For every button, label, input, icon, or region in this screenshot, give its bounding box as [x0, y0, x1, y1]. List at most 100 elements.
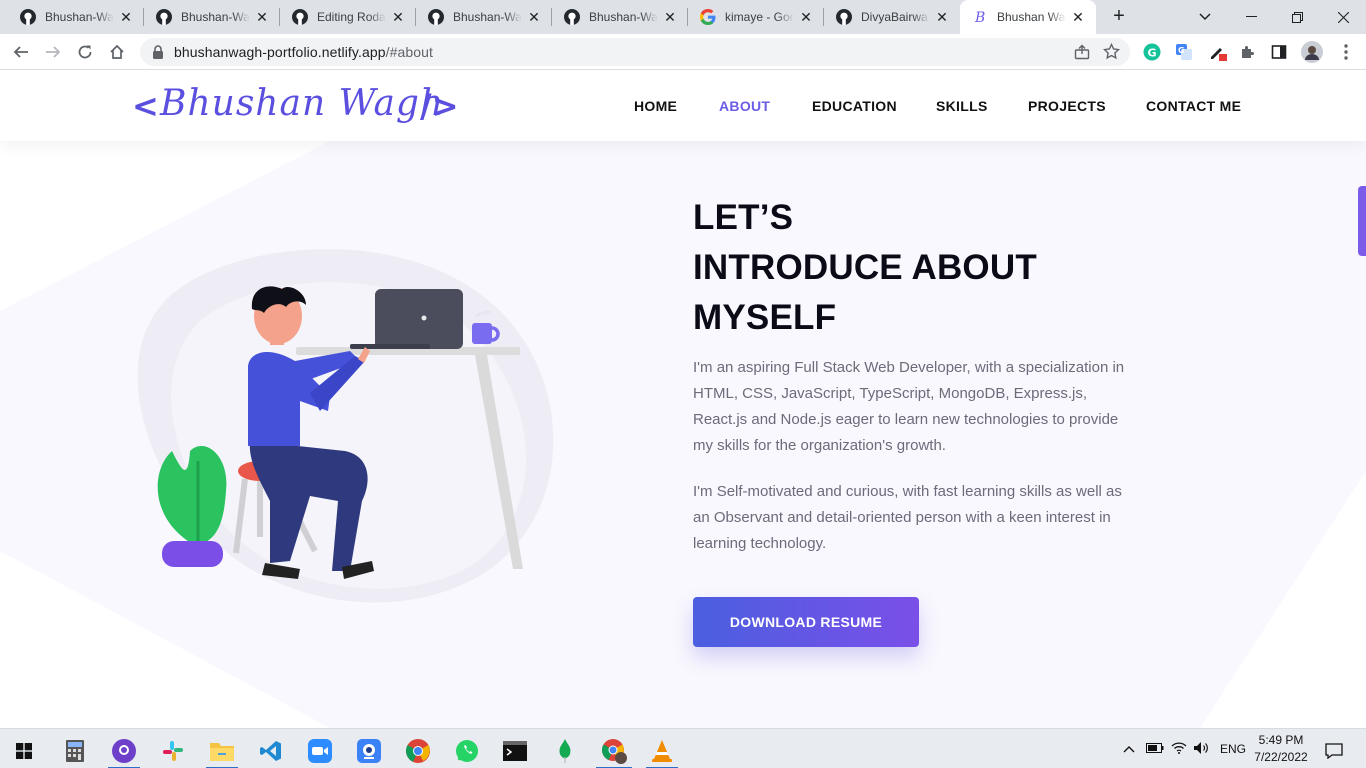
close-icon[interactable]: ✕ — [662, 9, 678, 25]
logo-close-bracket: /> — [420, 87, 459, 125]
grammarly-extension-icon[interactable]: G — [1140, 40, 1164, 64]
nav-contact-me[interactable]: CONTACT ME — [1146, 98, 1241, 114]
tab-title: Bhushan-Wagh/ — [589, 10, 658, 24]
file-explorer-icon[interactable] — [202, 733, 242, 768]
nav-education[interactable]: EDUCATION — [812, 98, 897, 114]
nav-about[interactable]: ABOUT — [719, 98, 770, 114]
vlc-icon[interactable] — [642, 733, 682, 768]
wifi-icon[interactable] — [1168, 741, 1190, 757]
web-page: < Bhushan Wagh /> HOME ABOUT EDUCATION S… — [0, 71, 1366, 728]
nav-home[interactable]: HOME — [634, 98, 677, 114]
tab-title: Bhushan-Wagh/ — [181, 10, 250, 24]
slack-icon[interactable] — [153, 733, 193, 768]
tab-title: kimaye - Goo — [725, 10, 794, 24]
about-heading: LET’S INTRODUCE ABOUT MYSELF — [693, 193, 1037, 343]
windows-taskbar: ENG 5:49 PM 7/22/2022 — [0, 728, 1366, 768]
nav-projects[interactable]: PROJECTS — [1028, 98, 1106, 114]
back-arrow-icon[interactable] — [9, 40, 33, 64]
new-tab-button[interactable]: + — [1108, 6, 1130, 28]
browser-toolbar: bhushanwagh-portfolio.netlify.app/#about… — [0, 34, 1366, 70]
pen-extension-icon[interactable] — [1206, 40, 1230, 64]
browser-tab[interactable]: Bhushan-Wagh/ ✕ — [8, 0, 144, 34]
google-icon — [700, 9, 716, 25]
url-path: /#about — [385, 44, 434, 60]
site-navbar: < Bhushan Wagh /> HOME ABOUT EDUCATION S… — [0, 71, 1366, 141]
language-indicator[interactable]: ENG — [1220, 742, 1246, 756]
vscode-icon[interactable] — [251, 733, 291, 768]
github-desktop-icon[interactable] — [104, 733, 144, 768]
browser-tab-active[interactable]: B Bhushan Wagh ✕ — [960, 0, 1096, 34]
windows-start-icon[interactable] — [4, 733, 44, 768]
bookmark-star-icon[interactable] — [1102, 42, 1121, 65]
portfolio-b-icon: B — [972, 9, 988, 25]
about-paragraph-2: I'm Self-motivated and curious, with fas… — [693, 483, 1122, 552]
browser-tab[interactable]: kimaye - Goo ✕ — [688, 0, 824, 34]
translate-extension-icon[interactable]: G — [1172, 40, 1196, 64]
close-icon[interactable]: ✕ — [390, 9, 406, 25]
site-logo[interactable]: < Bhushan Wagh /> — [132, 81, 462, 137]
close-window-button[interactable] — [1320, 0, 1366, 34]
close-icon[interactable]: ✕ — [254, 9, 270, 25]
share-icon[interactable] — [1074, 44, 1090, 65]
svg-text:B: B — [974, 10, 985, 25]
mongodb-compass-icon[interactable] — [545, 733, 585, 768]
chevron-up-icon[interactable] — [1120, 742, 1138, 756]
url-host: bhushanwagh-portfolio.netlify.app — [174, 44, 386, 60]
zoom-icon[interactable] — [300, 733, 340, 768]
reload-icon[interactable] — [73, 40, 97, 64]
tab-title: Editing Rodan — [317, 10, 386, 24]
terminal-icon[interactable] — [495, 733, 535, 768]
clock-time: 5:49 PM — [1258, 733, 1304, 747]
download-resume-button[interactable]: DOWNLOAD RESUME — [693, 597, 919, 647]
tab-title: Bhushan-Wagh/ — [453, 10, 522, 24]
close-icon[interactable]: ✕ — [934, 9, 950, 25]
url-text: bhushanwagh-portfolio.netlify.app/#about — [174, 44, 433, 60]
close-icon[interactable]: ✕ — [1070, 9, 1086, 25]
tab-title: Bhushan-Wagh/ — [45, 10, 114, 24]
webcam-icon[interactable] — [349, 733, 389, 768]
browser-tab[interactable]: Bhushan-Wagh/ ✕ — [416, 0, 552, 34]
about-paragraph-1: I'm an aspiring Full Stack Web Developer… — [693, 359, 1125, 454]
github-icon — [428, 9, 444, 25]
about-heading-line: INTRODUCE ABOUT — [693, 248, 1037, 287]
tab-search-chevron-icon[interactable] — [1182, 0, 1228, 34]
system-tray: ENG — [1120, 729, 1246, 768]
browser-tab[interactable]: DivyaBairwa ( ✕ — [824, 0, 960, 34]
logo-name: Bhushan Wagh — [160, 83, 445, 124]
browser-tab[interactable]: Bhushan-Wagh/ ✕ — [144, 0, 280, 34]
tab-title: Bhushan Wagh — [997, 10, 1066, 24]
clock-date: 7/22/2022 — [1254, 750, 1308, 764]
address-bar[interactable]: bhushanwagh-portfolio.netlify.app/#about — [140, 38, 1130, 66]
chrome-icon[interactable] — [398, 733, 438, 768]
home-icon[interactable] — [105, 40, 129, 64]
browser-tab-strip: Bhushan-Wagh/ ✕ Bhushan-Wagh/ ✕ Editing … — [0, 0, 1366, 34]
forward-arrow-icon[interactable] — [41, 40, 65, 64]
lock-icon[interactable] — [152, 45, 164, 64]
system-clock[interactable]: 5:49 PM 7/22/2022 — [1248, 732, 1314, 766]
about-heading-line: LET’S — [693, 198, 794, 237]
github-icon — [564, 9, 580, 25]
close-icon[interactable]: ✕ — [798, 9, 814, 25]
close-icon[interactable]: ✕ — [526, 9, 542, 25]
calculator-icon[interactable] — [55, 733, 95, 768]
notification-icon[interactable] — [1314, 733, 1354, 768]
profile-avatar-icon[interactable] — [1300, 40, 1324, 64]
github-icon — [836, 9, 852, 25]
volume-icon[interactable] — [1190, 741, 1212, 758]
logo-open-bracket: < — [132, 87, 159, 125]
browser-tab[interactable]: Bhushan-Wagh/ ✕ — [552, 0, 688, 34]
page-scrollbar-thumb[interactable] — [1358, 186, 1366, 256]
restore-button[interactable] — [1274, 0, 1320, 34]
battery-icon[interactable] — [1142, 742, 1168, 756]
more-menu-icon[interactable] — [1334, 40, 1358, 64]
github-icon — [156, 9, 172, 25]
github-icon — [292, 9, 308, 25]
side-panel-icon[interactable] — [1267, 40, 1291, 64]
nav-skills[interactable]: SKILLS — [936, 98, 988, 114]
browser-tab[interactable]: Editing Rodan ✕ — [280, 0, 416, 34]
whatsapp-icon[interactable] — [447, 733, 487, 768]
close-icon[interactable]: ✕ — [118, 9, 134, 25]
minimize-button[interactable] — [1228, 0, 1274, 34]
chrome-profile-icon[interactable] — [594, 733, 634, 768]
extensions-puzzle-icon[interactable] — [1236, 40, 1260, 64]
